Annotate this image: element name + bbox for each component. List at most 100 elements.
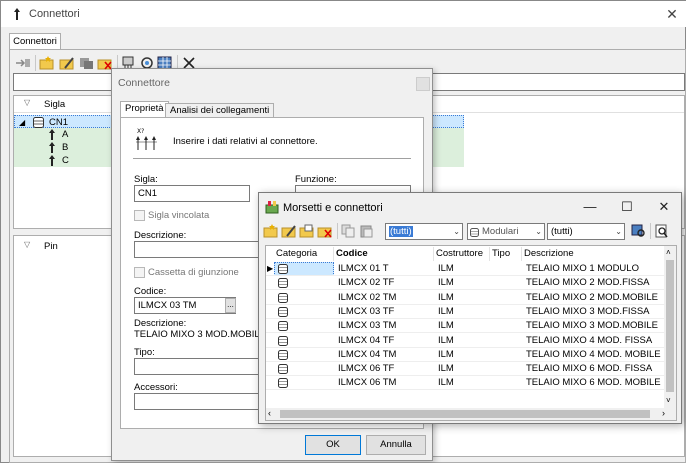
cassetta-checkbox[interactable] xyxy=(134,267,145,278)
collapse-icon[interactable]: ▽ xyxy=(24,98,30,107)
cassetta-label: Cassetta di giunzione xyxy=(148,267,239,278)
dialog-title: Morsetti e connettori xyxy=(283,202,383,214)
col-categoria[interactable]: Categoria xyxy=(274,247,334,261)
search-db-icon[interactable] xyxy=(631,223,647,239)
cell-codice: ILMCX 02 TF xyxy=(338,277,395,289)
new-icon[interactable] xyxy=(263,223,279,239)
dialog-title: Connettore xyxy=(118,77,170,89)
cell-descrizione: TELAIO MIXO 1 MODULO xyxy=(526,263,639,274)
edit-icon[interactable] xyxy=(281,223,297,239)
codice-label: Codice: xyxy=(134,286,167,297)
cell-descrizione: TELAIO MIXO 4 MOD. MOBILE xyxy=(526,348,661,360)
category-filter[interactable]: (tutti) ⌄ xyxy=(385,223,463,240)
horizontal-scrollbar[interactable]: ‹ › xyxy=(266,408,676,420)
cell-costruttore: ILM xyxy=(438,305,454,317)
cell-tipo xyxy=(494,319,522,333)
table-row[interactable]: ILMCX 02 TM ILM TELAIO MIXO 2 MOD.MOBILE xyxy=(266,291,666,305)
table-row[interactable]: ▶ ILMCX 01 T ILM TELAIO MIXO 1 MODULO xyxy=(266,262,666,276)
close-icon[interactable]: ✕ xyxy=(651,197,677,217)
duplicate-icon[interactable] xyxy=(299,223,315,239)
cell-costruttore: ILM xyxy=(438,277,454,289)
parts-grid[interactable]: Categoria Codice Costruttore Tipo Descri… xyxy=(265,245,677,421)
codice-field[interactable]: ILMCX 03 TM xyxy=(134,297,236,314)
close-icon[interactable]: ✕ xyxy=(663,5,681,23)
cell-codice: ILMCX 06 TF xyxy=(338,363,395,375)
manufacturer-filter[interactable]: (tutti) ⌄ xyxy=(547,223,625,240)
main-titlebar: Connettori ✕ xyxy=(1,1,686,27)
new-folder-icon[interactable] xyxy=(39,55,55,71)
table-row[interactable]: ILMCX 06 TF ILM TELAIO MIXO 6 MOD. FISSA xyxy=(266,362,666,377)
table-row[interactable]: ILMCX 03 TF ILM TELAIO MIXO 3 MOD.FISSA xyxy=(266,305,666,319)
maximize-icon[interactable]: ☐ xyxy=(614,197,640,217)
connector-symbol-icon: X? xyxy=(135,126,161,155)
cell-codice: ILMCX 01 T xyxy=(338,263,389,274)
scroll-left-icon[interactable]: ‹ xyxy=(268,408,271,418)
window-title: Connettori xyxy=(29,8,80,20)
cell-tipo xyxy=(494,334,522,348)
col-costruttore[interactable]: Costruttore xyxy=(434,247,490,261)
cell-descrizione: TELAIO MIXO 2 MOD.MOBILE xyxy=(526,291,658,303)
cell-descrizione: TELAIO MIXO 3 MOD.FISSA xyxy=(526,305,650,317)
pin-icon xyxy=(48,155,56,170)
cell-descrizione: TELAIO MIXO 4 MOD. FISSA xyxy=(526,334,653,346)
cell-costruttore: ILM xyxy=(438,334,454,346)
scroll-down-icon[interactable]: ˅ xyxy=(666,396,671,405)
scroll-right-icon[interactable]: › xyxy=(662,408,665,418)
cell-descrizione: TELAIO MIXO 2 MOD.FISSA xyxy=(526,277,650,289)
funzione-label: Funzione: xyxy=(295,174,337,185)
table-row[interactable]: ILMCX 03 TM ILM TELAIO MIXO 3 MOD.MOBILE xyxy=(266,319,666,334)
paste-icon[interactable] xyxy=(359,223,375,239)
close-icon[interactable] xyxy=(416,77,430,91)
cell-tipo xyxy=(494,291,522,305)
sigla-field[interactable]: CN1 xyxy=(134,185,250,202)
current-row-icon: ▶ xyxy=(267,264,274,273)
table-row[interactable]: ILMCX 04 TF ILM TELAIO MIXO 4 MOD. FISSA xyxy=(266,334,666,348)
cell-tipo xyxy=(494,362,522,376)
cell-costruttore: ILM xyxy=(438,377,454,389)
col-tipo[interactable]: Tipo xyxy=(490,247,522,261)
chevron-down-icon: ⌄ xyxy=(535,227,542,236)
scroll-up-icon[interactable]: ˄ xyxy=(666,248,671,257)
edit-folder-icon[interactable] xyxy=(59,55,75,71)
sigla-vincolata-checkbox[interactable] xyxy=(134,210,145,221)
copy-icon[interactable] xyxy=(79,55,95,71)
row-divider xyxy=(266,389,666,391)
tree-item-label: C xyxy=(62,155,69,166)
sigla-label: Sigla: xyxy=(134,174,158,185)
collapse-icon[interactable]: ▽ xyxy=(24,240,30,249)
codice-browse-button[interactable]: ... xyxy=(225,298,236,313)
cell-codice: ILMCX 06 TM xyxy=(338,377,397,389)
filter-value: (tutti) xyxy=(551,226,573,237)
col-descrizione[interactable]: Descrizione xyxy=(522,247,666,261)
scrollbar-thumb[interactable] xyxy=(280,410,650,418)
tab-connettori[interactable]: Connettori xyxy=(9,33,61,50)
separator xyxy=(133,158,411,159)
table-row[interactable]: ILMCX 04 TM ILM TELAIO MIXO 4 MOD. MOBILE xyxy=(266,348,666,362)
cell-tipo xyxy=(494,305,522,319)
table-row[interactable]: ILMCX 02 TF ILM TELAIO MIXO 2 MOD.FISSA xyxy=(266,276,666,291)
copy-icon[interactable] xyxy=(341,223,357,239)
cell-costruttore: ILM xyxy=(438,363,454,375)
col-codice[interactable]: Codice xyxy=(334,247,434,261)
tab-proprieta[interactable]: Proprietà xyxy=(120,101,169,118)
table-row[interactable]: ILMCX 06 TM ILM TELAIO MIXO 6 MOD. MOBILE xyxy=(266,376,666,391)
cancel-button[interactable]: Annulla xyxy=(366,435,426,455)
morsetti-dialog: Morsetti e connettori — ☐ ✕ (tutti) ⌄ Mo… xyxy=(258,192,682,424)
cell-tipo xyxy=(494,376,522,390)
cell-tipo xyxy=(494,276,522,290)
delete-icon[interactable] xyxy=(317,223,333,239)
vertical-scrollbar[interactable]: ˄ ˅ xyxy=(664,246,676,408)
ok-button[interactable]: OK xyxy=(305,435,361,455)
accessori-label: Accessori: xyxy=(134,382,178,393)
descrizione2-label: Descrizione: xyxy=(134,318,187,329)
minimize-icon[interactable]: — xyxy=(577,197,603,217)
cell-descrizione: TELAIO MIXO 6 MOD. MOBILE xyxy=(526,377,661,389)
cell-tipo xyxy=(494,262,522,276)
descrizione-label: Descrizione: xyxy=(134,230,187,241)
insert-icon[interactable] xyxy=(15,55,31,71)
terminal-icon xyxy=(265,200,279,217)
preview-icon[interactable] xyxy=(654,223,670,239)
type-filter[interactable]: Modulari ⌄ xyxy=(467,223,545,240)
chevron-down-icon: ⌄ xyxy=(453,227,460,236)
scrollbar-thumb[interactable] xyxy=(666,260,674,392)
